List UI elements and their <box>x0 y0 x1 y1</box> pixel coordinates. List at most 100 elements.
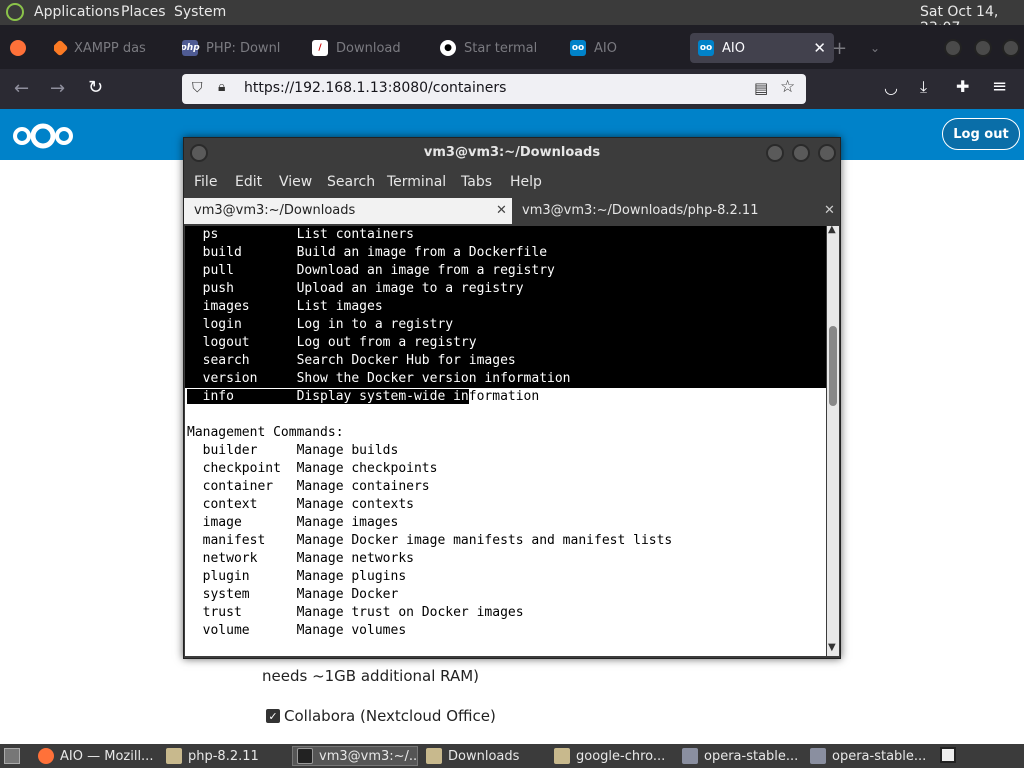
taskbar-item-google-chrome[interactable]: google-chro... <box>554 746 674 766</box>
scroll-up-icon[interactable]: ▲ <box>828 224 836 235</box>
maximize-icon[interactable] <box>792 144 810 162</box>
logout-button[interactable]: Log out <box>942 118 1020 150</box>
forward-icon[interactable]: → <box>50 78 65 99</box>
terminal-line-selected: images List images <box>187 299 383 314</box>
menu-terminal[interactable]: Terminal <box>387 174 446 190</box>
terminal-tabs: vm3@vm3:~/Downloads ✕ vm3@vm3:~/Download… <box>184 198 840 224</box>
tab-php[interactable]: php PHP: Downl <box>182 33 294 63</box>
taskbar-item-php-folder[interactable]: php-8.2.11 <box>166 746 282 766</box>
reader-view-icon[interactable]: ▤ <box>754 79 768 97</box>
terminal-line-selected: pull Download an image from a registry <box>187 263 555 278</box>
pocket-icon[interactable]: ◡ <box>884 78 898 97</box>
tab-label: XAMPP das <box>74 40 146 56</box>
terminal-tab-downloads[interactable]: vm3@vm3:~/Downloads ✕ <box>184 198 512 224</box>
terminal-line-selected: logout Log out from a registry <box>187 335 477 350</box>
menu-search[interactable]: Search <box>327 174 375 190</box>
extensions-icon[interactable]: ✚ <box>956 77 969 96</box>
tab-download[interactable]: / Download <box>312 33 424 63</box>
scroll-down-icon[interactable]: ▼ <box>828 642 836 653</box>
downloads-icon[interactable]: ⤓ <box>920 77 927 97</box>
url-text[interactable]: https://192.168.1.13:8080/containers <box>244 80 506 96</box>
terminal-line: builder Manage builds <box>187 443 399 458</box>
terminal-line: volume Manage volumes <box>187 623 407 638</box>
checkbox-checked-icon[interactable]: ✓ <box>266 709 280 723</box>
workspace-switcher-icon[interactable] <box>940 747 956 763</box>
terminal-window[interactable]: vm3@vm3:~/Downloads File Edit View Searc… <box>183 137 841 659</box>
bookmark-star-icon[interactable]: ☆ <box>780 77 795 97</box>
minimize-icon[interactable] <box>944 39 962 57</box>
terminal-line: image Manage images <box>187 515 399 530</box>
collabora-label: Collabora (Nextcloud Office) <box>284 707 496 725</box>
shield-icon[interactable]: ⛉ <box>192 80 203 96</box>
taskbar-item-downloads[interactable]: Downloads <box>426 746 546 766</box>
terminal-tab-php[interactable]: vm3@vm3:~/Downloads/php-8.2.11 ✕ <box>512 198 840 224</box>
nextcloud-logo-icon[interactable] <box>12 122 74 150</box>
firefox-icon <box>38 748 54 764</box>
firefox-view-button[interactable] <box>10 33 26 63</box>
reload-icon[interactable]: ↻ <box>88 77 103 98</box>
back-icon[interactable]: ← <box>14 78 29 99</box>
browser-tab-bar: XAMPP das php PHP: Downl / Download ● St… <box>0 25 1024 69</box>
taskbar-item-terminal[interactable]: vm3@vm3:~/... <box>292 746 418 766</box>
folder-icon <box>166 748 182 764</box>
terminal-line: checkpoint Manage checkpoints <box>187 461 438 476</box>
selected-text: info Display system-wide in <box>187 389 469 404</box>
taskbar-label: vm3@vm3:~/... <box>319 748 418 764</box>
menu-logo-icon[interactable] <box>6 3 24 21</box>
taskbar: AIO — Mozill... php-8.2.11 vm3@vm3:~/...… <box>0 744 1024 768</box>
tab-aio-active[interactable]: oo AIO ✕ <box>690 33 834 63</box>
lock-icon[interactable]: 🔒︎ <box>218 79 225 95</box>
tab-xampp[interactable]: XAMPP das <box>54 33 166 63</box>
menu-view[interactable]: View <box>279 174 312 190</box>
places-menu[interactable]: Places <box>121 4 166 20</box>
terminal-title: vm3@vm3:~/Downloads <box>423 145 601 160</box>
close-tab-icon[interactable]: ✕ <box>496 198 507 224</box>
maximize-icon[interactable] <box>974 39 992 57</box>
tab-label: Star termal <box>464 40 538 56</box>
terminal-line: context Manage contexts <box>187 497 414 512</box>
taskbar-item-firefox[interactable]: AIO — Mozill... <box>38 746 158 766</box>
taskbar-label: AIO — Mozill... <box>60 748 154 764</box>
file-icon <box>682 748 698 764</box>
list-tabs-chevron-down-icon[interactable]: ⌄ <box>870 33 880 63</box>
terminal-line: manifest Manage Docker image manifests a… <box>187 533 673 548</box>
file-icon <box>810 748 826 764</box>
tab-label: PHP: Downl <box>206 40 281 56</box>
show-desktop-icon[interactable] <box>4 748 20 764</box>
menu-edit[interactable]: Edit <box>235 174 262 190</box>
taskbar-item-opera-1[interactable]: opera-stable... <box>682 746 802 766</box>
terminal-line-selected: version Show the Docker version informat… <box>187 371 571 386</box>
menu-file[interactable]: File <box>194 174 217 190</box>
terminal-scrollbar[interactable]: ▲ ▼ <box>827 224 839 656</box>
terminal-line: network Manage networks <box>187 551 414 566</box>
folder-icon <box>426 748 442 764</box>
close-icon[interactable] <box>818 144 836 162</box>
menu-tabs[interactable]: Tabs <box>461 174 492 190</box>
folder-icon <box>554 748 570 764</box>
terminal-line: trust Manage trust on Docker images <box>187 605 524 620</box>
close-tab-icon[interactable]: ✕ <box>824 198 835 224</box>
close-window-icon[interactable] <box>1002 39 1020 57</box>
nextcloud-icon: oo <box>698 40 714 56</box>
url-bar[interactable]: ⛉ 🔒︎ https://192.168.1.13:8080/container… <box>182 74 806 104</box>
terminal-line-selected: push Upload an image to a registry <box>187 281 524 296</box>
system-menu[interactable]: System <box>174 4 226 20</box>
applications-menu[interactable]: Applications <box>34 4 120 20</box>
tab-label: vm3@vm3:~/Downloads/php-8.2.11 <box>522 203 759 218</box>
new-tab-button[interactable]: + <box>832 33 847 63</box>
menu-hamburger-icon[interactable]: ≡ <box>992 76 1007 97</box>
ram-note-text: needs ~1GB additional RAM) <box>262 667 479 685</box>
terminal-line-selected: build Build an image from a Dockerfile <box>187 245 548 260</box>
tab-label: vm3@vm3:~/Downloads <box>194 203 356 218</box>
tab-github[interactable]: ● Star termal <box>440 33 552 63</box>
menu-help[interactable]: Help <box>510 174 542 190</box>
close-tab-icon[interactable]: ✕ <box>813 39 826 57</box>
taskbar-item-opera-2[interactable]: opera-stable... <box>810 746 930 766</box>
terminal-line-info: info Display system-wide information <box>187 388 539 406</box>
minimize-icon[interactable] <box>766 144 784 162</box>
scrollbar-thumb[interactable] <box>829 326 837 406</box>
collabora-option[interactable]: ✓ Collabora (Nextcloud Office) <box>266 707 496 725</box>
tab-aio-1[interactable]: oo AIO <box>570 33 674 63</box>
terminal-output[interactable]: ps List containers build Build an image … <box>185 226 826 656</box>
terminal-menubar: File Edit View Search Terminal Tabs Help <box>184 170 840 194</box>
